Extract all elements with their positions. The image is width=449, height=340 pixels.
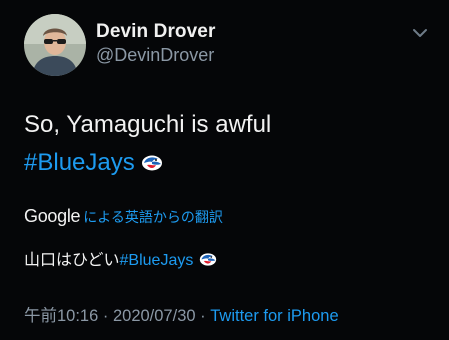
meta-separator: · (195, 307, 211, 325)
tweet-date: 2020/07/30 (112, 307, 196, 325)
user-handle[interactable]: @DevinDrover (96, 45, 214, 66)
translation-source-link[interactable]: による英語からの翻訳 (83, 209, 223, 225)
translated-text: 山口はひどい#BlueJays (24, 246, 217, 272)
translated-hashtag-link[interactable]: #BlueJays (120, 252, 194, 269)
avatar[interactable] (24, 14, 86, 76)
display-name[interactable]: Devin Drover (96, 21, 215, 43)
tweet-text-line: So, Yamaguchi is awful (24, 111, 272, 138)
translated-body: 山口はひどい (24, 252, 120, 269)
tweet-source-link[interactable]: Twitter for iPhone (210, 307, 338, 325)
chevron-down-icon[interactable] (410, 26, 430, 40)
blue-jays-logo-icon (199, 252, 217, 272)
translation-header: Google による英語からの翻訳 (24, 206, 223, 227)
tweet-hashtag-line: #BlueJays (24, 144, 271, 184)
hashtag-link[interactable]: #BlueJays (24, 149, 135, 176)
tweet-text: So, Yamaguchi is awful #BlueJays (24, 106, 271, 184)
tweet-meta: 午前10:16 · 2020/07/30 · Twitter for iPhon… (24, 302, 339, 326)
google-logo: Google (24, 206, 81, 226)
tweet-time: 午前10:16 (24, 307, 99, 325)
tweet-card: Devin Drover @DevinDrover So, Yamaguchi … (0, 0, 449, 340)
profile-photo-icon (24, 14, 86, 76)
meta-separator: · (98, 307, 113, 325)
blue-jays-logo-icon (141, 146, 163, 184)
